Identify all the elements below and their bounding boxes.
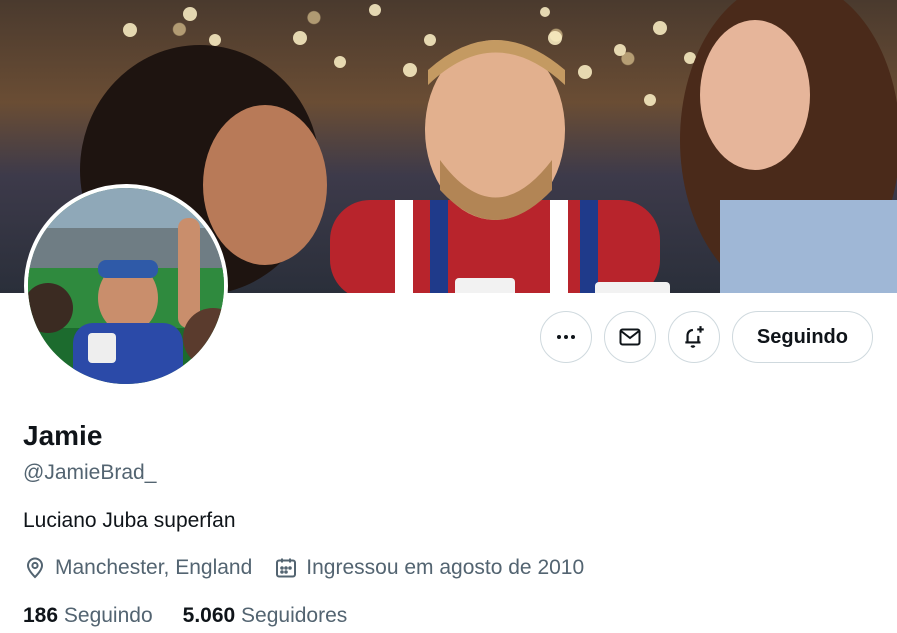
followers-count: 5.060: [182, 604, 236, 627]
profile-bio: Luciano Juba superfan: [23, 509, 236, 532]
location-item: Manchester, England: [23, 556, 252, 580]
joined-item: Ingressou em agosto de 2010: [274, 556, 584, 580]
profile-meta: Manchester, England Ingressou em agosto …: [23, 556, 584, 580]
following-label: Seguindo: [63, 604, 153, 627]
location-pin-icon: [26, 557, 44, 579]
followers-label: Seguidores: [241, 604, 348, 627]
more-horizontal-icon: [556, 335, 575, 339]
profile-actions: Seguindo: [539, 311, 873, 363]
following-button[interactable]: Seguindo: [731, 311, 873, 363]
profile-name: Jamie: [23, 420, 103, 451]
calendar-icon: [276, 558, 297, 578]
profile-stats: 186 Seguindo 5.060 Seguidores: [23, 604, 347, 628]
profile-handle: @JamieBrad_: [23, 461, 157, 484]
profile-avatar[interactable]: [24, 184, 228, 388]
bell-plus-icon: [685, 326, 704, 348]
message-button[interactable]: [603, 311, 656, 363]
mail-icon: [619, 328, 641, 346]
location-text: Manchester, England: [55, 556, 253, 579]
following-stat[interactable]: 186 Seguindo: [23, 604, 153, 628]
followers-stat[interactable]: 5.060 Seguidores: [183, 604, 348, 628]
more-button[interactable]: [539, 311, 592, 363]
notifications-button[interactable]: [667, 311, 720, 363]
following-count: 186: [23, 604, 59, 627]
joined-text: Ingressou em agosto de 2010: [306, 556, 585, 579]
